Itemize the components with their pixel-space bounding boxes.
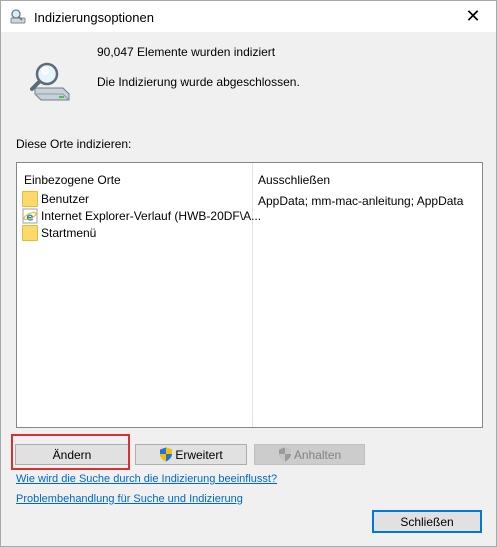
internet-explorer-icon: e xyxy=(22,208,38,224)
uac-shield-icon xyxy=(159,447,173,462)
title-bar: Indizierungsoptionen ✕ xyxy=(1,1,496,32)
folder-icon xyxy=(22,191,38,207)
location-name: Startmenü xyxy=(41,226,97,240)
advanced-button[interactable]: Erweitert xyxy=(135,444,247,465)
magnifier-drive-icon xyxy=(25,58,75,108)
close-button-label: Schließen xyxy=(400,514,454,529)
search-influence-link[interactable]: Wie wird die Suche durch die Indizierung… xyxy=(16,473,277,485)
list-item[interactable]: e Internet Explorer-Verlauf (HWB-20DF\A.… xyxy=(22,208,261,224)
column-divider[interactable] xyxy=(252,163,253,427)
close-button[interactable]: Schließen xyxy=(372,510,482,533)
troubleshoot-link[interactable]: Problembehandlung für Suche und Indizier… xyxy=(16,493,243,505)
location-name: Benutzer xyxy=(41,192,90,206)
uac-shield-icon xyxy=(278,447,292,462)
pause-button-label: Anhalten xyxy=(293,447,342,462)
excluded-header[interactable]: Ausschließen xyxy=(258,173,330,187)
included-locations-header[interactable]: Einbezogene Orte xyxy=(24,173,121,187)
location-name: Internet Explorer-Verlauf (HWB-20DF\A... xyxy=(41,209,262,223)
excluded-value: AppData; mm-mac-anleitung; AppData xyxy=(258,194,464,208)
close-window-button[interactable]: ✕ xyxy=(450,1,496,32)
indexed-count-text: 90,047 Elemente wurden indiziert xyxy=(97,45,276,59)
close-icon: ✕ xyxy=(465,6,481,26)
indexing-options-icon xyxy=(9,8,27,26)
list-item[interactable]: Benutzer xyxy=(22,191,89,207)
highlight-box xyxy=(11,434,130,470)
indexing-status-text: Die Indizierung wurde abgeschlossen. xyxy=(97,75,300,89)
locations-list[interactable]: Einbezogene Orte Ausschließen Benutzer A… xyxy=(16,162,483,428)
locations-label: Diese Orte indizieren: xyxy=(16,137,132,151)
indexing-options-dialog: Indizierungsoptionen ✕ 90,047 Elemente w… xyxy=(0,0,497,547)
advanced-button-label: Erweitert xyxy=(175,447,223,462)
folder-icon xyxy=(22,225,38,241)
list-item[interactable]: Startmenü xyxy=(22,225,96,241)
window-title: Indizierungsoptionen xyxy=(34,10,154,25)
pause-button[interactable]: Anhalten xyxy=(254,444,365,465)
